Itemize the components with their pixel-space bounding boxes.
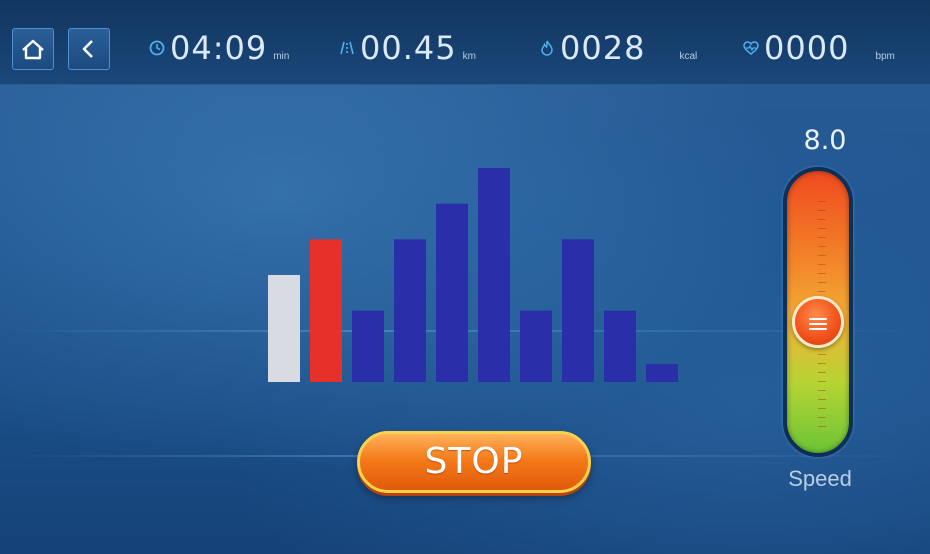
profile-bar-3 [352,310,384,382]
speed-tick [818,363,826,364]
speed-value: 8.0 [803,125,847,156]
distance-stat: 00.45 km [338,26,476,70]
heart-icon [743,41,759,55]
speed-tick [818,219,826,220]
profile-bar-2 [310,239,342,382]
profile-bar-8 [562,239,594,382]
profile-bar-1 [268,275,300,382]
speed-tick [818,210,826,211]
profile-bar-6 [478,168,510,382]
calories-value: 0028 [560,29,646,67]
grip-line [809,318,827,320]
heart-rate-stat: 0000 bpm [742,26,895,70]
speed-tick [818,408,826,409]
speed-slider-handle[interactable] [792,296,844,348]
calories-unit: kcal [679,51,698,62]
back-button[interactable] [68,28,110,70]
profile-bar-7 [520,310,552,382]
calories-stat: 0028 kcal [538,26,697,70]
clock-icon [149,40,165,56]
time-stat: 04:09 min [148,26,289,70]
flame-icon [541,40,553,56]
speed-tick [818,282,826,283]
speed-tick [818,264,826,265]
speed-tick [818,273,826,274]
home-button[interactable] [12,28,54,70]
time-value: 04:09 [170,29,268,67]
speed-tick [818,246,826,247]
grip-line [809,328,827,330]
stop-button-label: STOP [424,441,524,482]
profile-bar-9 [604,310,636,382]
heart-rate-unit: bpm [875,51,895,62]
profile-bar-4 [394,239,426,382]
profile-bar-10 [646,364,678,382]
back-icon [82,40,93,58]
speed-tick [818,381,826,382]
program-profile-chart [268,168,678,382]
speed-tick [818,354,826,355]
speed-tick [818,255,826,256]
road-icon [340,41,354,55]
speed-tick [818,390,826,391]
speed-label: Speed [788,466,852,491]
heart-rate-value: 0000 [764,29,850,67]
grip-line [809,323,827,325]
speed-tick [818,228,826,229]
speed-tick [818,372,826,373]
stop-button[interactable]: STOP [357,431,591,493]
speed-tick [818,291,826,292]
home-icon [22,39,44,60]
distance-value: 00.45 [360,29,457,67]
speed-tick [818,426,826,427]
speed-tick [818,237,826,238]
distance-unit: km [462,51,476,62]
speed-tick [818,417,826,418]
speed-tick [818,201,826,202]
treadmill-screen: 04:09 min 00.45 km 0028 kcal 0000 bpm ST… [0,0,930,554]
profile-bar-5 [436,203,468,382]
speed-tick [818,399,826,400]
time-unit: min [273,51,290,62]
status-bar: 04:09 min 00.45 km 0028 kcal 0000 bpm [0,0,930,85]
